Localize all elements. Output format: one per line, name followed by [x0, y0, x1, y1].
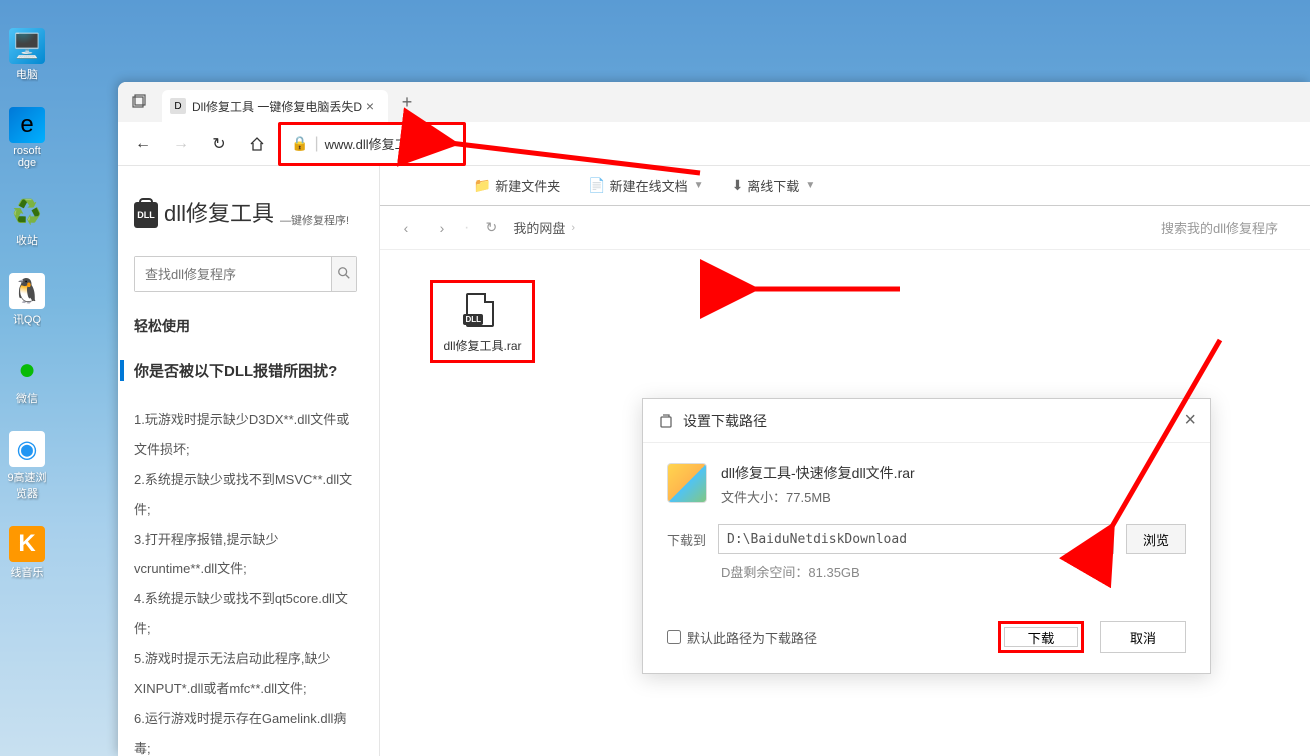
- tab-actions-button[interactable]: [124, 87, 154, 117]
- dialog-header: 设置下载路径 ×: [643, 399, 1210, 443]
- url-highlight-box: 🔒 | www.dll修复工具.site: [278, 122, 466, 166]
- tab-bar: D Dll修复工具 一键修复电脑丢失D × +: [118, 82, 1310, 122]
- dialog-title: 设置下载路径: [683, 411, 767, 431]
- desktop-icon-recycle[interactable]: ♻️ 收站: [2, 194, 52, 248]
- cloud-back-button[interactable]: ‹: [392, 214, 420, 242]
- download-to-label: 下载到: [667, 530, 706, 549]
- breadcrumb[interactable]: 我的网盘 ›: [513, 218, 575, 237]
- disk-remaining: D盘剩余空间：81.35GB: [721, 562, 1186, 581]
- home-icon: [249, 136, 265, 152]
- file-item-highlight-box: DLL dll修复工具.rar: [430, 280, 535, 363]
- recycle-icon: ♻️: [9, 194, 45, 230]
- desktop-icon-qq[interactable]: 🐧 讯QQ: [2, 273, 52, 327]
- toolbar-new-folder[interactable]: 📁 新建文件夹: [474, 176, 560, 195]
- download-file-name: dll修复工具-快速修复dll文件.rar: [721, 463, 915, 483]
- cloud-refresh-button[interactable]: ↻: [477, 214, 505, 242]
- download-button-highlight: 下载: [998, 621, 1084, 653]
- desktop-icon-music[interactable]: K 线音乐: [2, 526, 52, 580]
- chevron-down-icon: ▼: [805, 180, 815, 191]
- cloud-breadcrumb-bar: ‹ › · ↻ 我的网盘 › 搜索我的dll修复程序: [380, 206, 1310, 250]
- desktop-icon-browser[interactable]: ◉ 9高速浏 览器: [2, 431, 52, 501]
- cloud-panel: ⬆ 上传 📁 新建文件夹 📄 新建在线文档 ▼ ⬇ 离线下载 ▼: [380, 166, 1310, 756]
- chevron-right-icon: ›: [571, 222, 575, 234]
- file-name: dll修复工具.rar: [443, 337, 521, 354]
- qq-icon: 🐧: [9, 273, 45, 309]
- folder-plus-icon: 📁: [474, 177, 491, 194]
- desktop: 🖥️ 电脑 e rosoft dge ♻️ 收站 🐧 讯QQ ● 微信 ◉ 9高…: [0, 0, 120, 756]
- browser-tab[interactable]: D Dll修复工具 一键修复电脑丢失D ×: [162, 90, 388, 122]
- tab-close-button[interactable]: ×: [362, 98, 378, 114]
- nav-refresh-button[interactable]: ↻: [202, 127, 236, 161]
- site-sidebar: DLL dll修复工具 —键修复程序! 轻松使用 你是否被以下DLL报错所困扰?…: [118, 166, 380, 756]
- dialog-body: dll修复工具-快速修复dll文件.rar 文件大小：77.5MB 下载到 浏览…: [643, 443, 1210, 621]
- tab-title: Dll修复工具 一键修复电脑丢失D: [192, 98, 362, 115]
- logo-icon: DLL: [134, 202, 158, 228]
- address-bar: ← → ↻ 🔒 | www.dll修复工具.site: [118, 122, 1310, 166]
- file-item[interactable]: DLL dll修复工具.rar: [443, 293, 521, 354]
- url-text: www.dll修复工具.site: [325, 134, 445, 153]
- dialog-footer: 默认此路径为下载路径 下载 取消: [643, 621, 1210, 673]
- browser-icon: ◉: [9, 431, 45, 467]
- new-tab-button[interactable]: +: [392, 87, 422, 117]
- nav-home-button[interactable]: [240, 127, 274, 161]
- search-button[interactable]: [331, 257, 356, 291]
- pc-icon: 🖥️: [9, 28, 45, 64]
- site-logo: DLL dll修复工具 —键修复程序!: [134, 196, 357, 228]
- chevron-down-icon: ▼: [694, 180, 704, 191]
- logo-text: dll修复工具: [164, 196, 274, 228]
- site-search: [134, 256, 357, 292]
- wechat-icon: ●: [9, 352, 45, 388]
- nav-forward-button[interactable]: →: [164, 127, 198, 161]
- desktop-icon-wechat[interactable]: ● 微信: [2, 352, 52, 406]
- doc-icon: 📄: [588, 177, 605, 194]
- page-content: DLL dll修复工具 —键修复程序! 轻松使用 你是否被以下DLL报错所困扰?…: [118, 166, 1310, 756]
- cloud-forward-button[interactable]: ›: [428, 214, 456, 242]
- dll-file-icon: DLL: [466, 293, 498, 329]
- cloud-search-placeholder[interactable]: 搜索我的dll修复程序: [1161, 218, 1298, 237]
- edge-icon: e: [9, 107, 45, 143]
- toolbar-new-doc[interactable]: 📄 新建在线文档 ▼: [588, 176, 703, 195]
- nav-back-button[interactable]: ←: [126, 127, 160, 161]
- dialog-icon: [657, 412, 675, 430]
- search-input[interactable]: [135, 257, 331, 291]
- desktop-icon-edge[interactable]: e rosoft dge: [2, 107, 52, 169]
- browse-button[interactable]: 浏览: [1126, 524, 1186, 554]
- search-icon: [337, 266, 351, 280]
- checkbox-input[interactable]: [667, 630, 681, 644]
- logo-subtitle: —键修复程序!: [280, 212, 349, 228]
- tab-actions-icon: [131, 94, 147, 110]
- cancel-button[interactable]: 取消: [1100, 621, 1186, 653]
- lock-icon: 🔒: [291, 135, 308, 152]
- archive-icon: [667, 463, 707, 503]
- download-path-input[interactable]: [718, 524, 1114, 554]
- download-dialog: 设置下载路径 × dll修复工具-快速修复dll文件.rar 文件大小：77.5…: [642, 398, 1211, 674]
- cloud-toolbar: ⬆ 上传 📁 新建文件夹 📄 新建在线文档 ▼ ⬇ 离线下载 ▼: [380, 166, 1310, 206]
- url-box[interactable]: 🔒 | www.dll修复工具.site: [283, 129, 455, 159]
- download-button[interactable]: 下载: [1004, 627, 1078, 647]
- music-icon: K: [9, 526, 45, 562]
- download-icon: ⬇: [732, 177, 744, 194]
- faq-body: 1.玩游戏时提示缺少D3DX**.dll文件或文件损坏; 2.系统提示缺少或找不…: [134, 405, 357, 756]
- dialog-close-button[interactable]: ×: [1184, 409, 1196, 432]
- section-easy-use: 轻松使用: [134, 316, 357, 336]
- file-grid: DLL dll修复工具.rar: [380, 250, 1310, 393]
- favicon-icon: D: [170, 98, 186, 114]
- default-path-checkbox[interactable]: 默认此路径为下载路径: [667, 628, 817, 647]
- download-file-size: 文件大小：77.5MB: [721, 487, 915, 506]
- browser-window: D Dll修复工具 一键修复电脑丢失D × + ← → ↻ 🔒 | www.dl…: [118, 82, 1310, 756]
- desktop-icon-pc[interactable]: 🖥️ 电脑: [2, 28, 52, 82]
- faq-heading: 你是否被以下DLL报错所困扰?: [120, 360, 357, 381]
- toolbar-offline-download[interactable]: ⬇ 离线下载 ▼: [732, 176, 816, 195]
